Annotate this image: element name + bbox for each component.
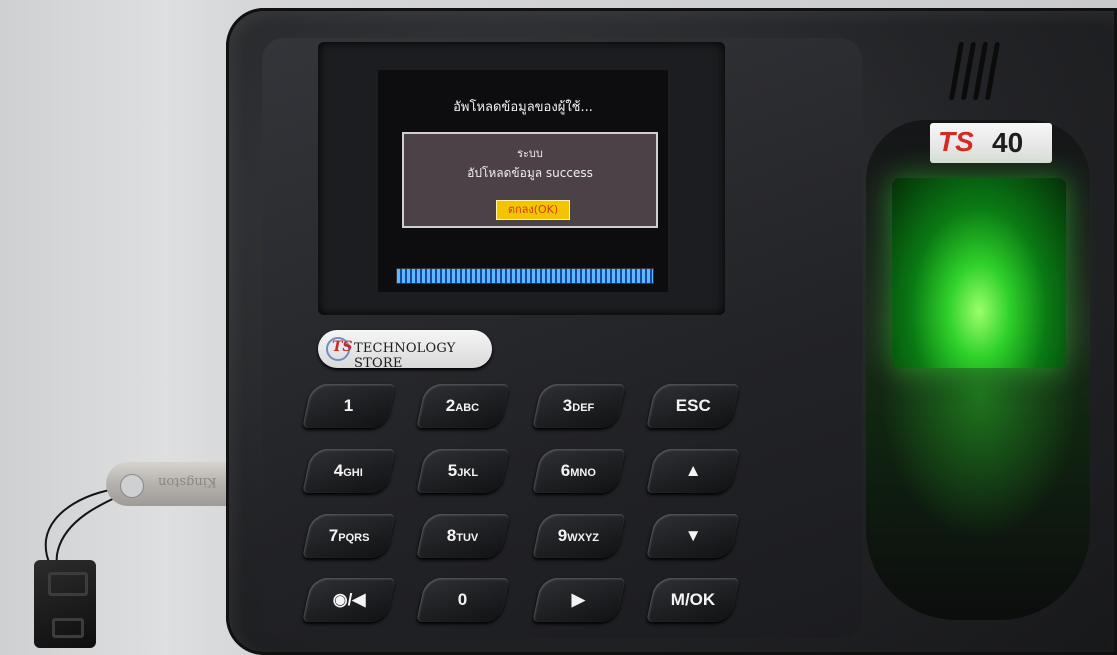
key-main-label: 7 (328, 526, 338, 545)
model-prefix: TS (938, 126, 974, 157)
key-sub-label: DEF (572, 402, 595, 414)
key-8-button[interactable]: 8TUV (416, 514, 510, 558)
ok-button[interactable]: ตกลง(OK) (496, 200, 570, 220)
key-menu-ok-button[interactable]: M/OK (646, 578, 740, 622)
usb-engraving: Kingston (158, 474, 217, 489)
key-3-button[interactable]: 3DEF (532, 384, 626, 428)
lcd-screen: อัพโหลดข้อมูลของผู้ใช้... ระบบ อัปโหลดข้… (378, 70, 668, 292)
key-1-button[interactable]: 1 (302, 384, 396, 428)
keyring-hole (120, 474, 144, 498)
key-down-button[interactable]: ▼ (646, 514, 740, 558)
brand-plate: TS TECHNOLOGY STORE (318, 330, 492, 371)
fingerprint-scanner[interactable] (892, 178, 1066, 368)
brand-name: TECHNOLOGY STORE (354, 341, 456, 371)
screen-title: อัพโหลดข้อมูลของผู้ใช้... (453, 100, 593, 115)
key-main-label: ▼ (684, 526, 702, 545)
key-main-label: ▶ (572, 590, 586, 609)
brand-logo-text: TS (332, 339, 353, 355)
tag-slot (48, 572, 88, 596)
model-badge: TS 40 (930, 123, 1052, 163)
key-sub-label: TUV (456, 532, 479, 544)
scanner-glow (880, 360, 1080, 540)
model-number: 40 (992, 127, 1024, 158)
system-dialog: ระบบ อัปโหลดข้อมูล success ตกลง(OK) (402, 132, 658, 228)
dialog-message: อัปโหลดข้อมูล success (467, 166, 593, 180)
key-sub-label: WXYZ (567, 532, 600, 544)
key-sub-label: ABC (455, 402, 480, 414)
tag-slot (52, 618, 84, 638)
key-5-button[interactable]: 5JKL (416, 449, 510, 493)
key-sub-label: PQRS (337, 532, 370, 544)
key-main-label: ▲ (684, 461, 702, 480)
key-sub-label: JKL (457, 467, 478, 479)
key-right-button[interactable]: ▶ (532, 578, 626, 622)
key-up-button[interactable]: ▲ (646, 449, 740, 493)
lanyard-tag (34, 560, 96, 648)
key-sub-label: MNO (570, 467, 597, 479)
key-2-button[interactable]: 2ABC (416, 384, 510, 428)
key-main-label: 0 (458, 590, 468, 609)
key-esc-button[interactable]: ESC (646, 384, 740, 428)
key-main-label: 1 (344, 396, 354, 415)
speaker-grille-icon (948, 42, 1001, 102)
usb-flash-drive[interactable]: Kingston (106, 462, 234, 506)
key-main-label: ESC (675, 396, 711, 415)
key-4-button[interactable]: 4GHI (302, 449, 396, 493)
key-main-label: ◉/◀ (332, 590, 366, 609)
key-main-label: M/OK (670, 590, 715, 609)
progress-fill (397, 269, 653, 283)
key-6-button[interactable]: 6MNO (532, 449, 626, 493)
key-0-button[interactable]: 0 (416, 578, 510, 622)
key-main-label: 5 (447, 461, 458, 480)
key-7-button[interactable]: 7PQRS (302, 514, 396, 558)
key-sub-label: GHI (343, 467, 364, 479)
upload-progress-bar (396, 268, 654, 284)
key-9-button[interactable]: 9WXYZ (532, 514, 626, 558)
key-back-button[interactable]: ◉/◀ (302, 578, 396, 622)
dialog-heading: ระบบ (517, 147, 543, 160)
